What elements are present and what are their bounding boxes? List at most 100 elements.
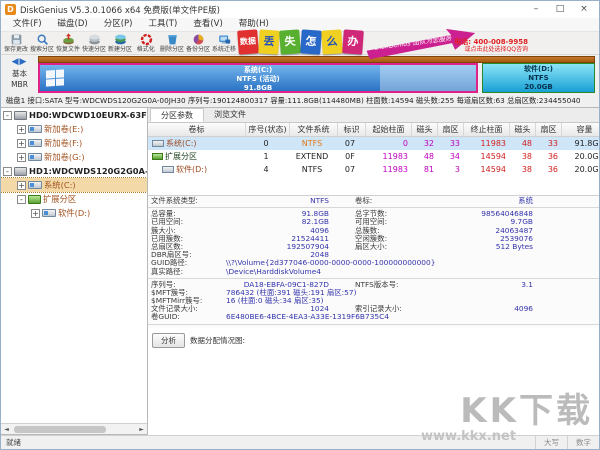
disk-nav: ◀▶ 基本 MBR (1, 55, 38, 95)
banner-tile: 丢 (258, 29, 280, 55)
window-controls: – □ × (525, 3, 595, 16)
disk-bar-graphic: 系统(C:) NTFS (活动) 91.8GB 软件(D:) NTFS 20.0… (38, 56, 595, 93)
partition-detail-panel: 分区参数 浏览文件 卷标 序号(状态) 文件系统 标识 起始柱面 磁头 扇区 终止柱面 磁头 扇区… (148, 107, 599, 435)
maximize-button[interactable]: □ (549, 3, 571, 16)
collapse-icon[interactable]: - (3, 110, 12, 120)
tree-item-extended-partition[interactable]: - 扩展分区 (1, 192, 147, 206)
expand-icon[interactable]: + (17, 138, 26, 148)
format-button[interactable]: 格式化 (133, 33, 159, 55)
table-row[interactable]: 扩展分区 1 EXTEND 0F 11983 48 34 14594 38 36… (148, 150, 599, 163)
tree-item-hd1[interactable]: - HD1:WDCWDS120G2G0A-00JH30(111GB) (1, 164, 147, 178)
scrollbar-thumb[interactable] (14, 425, 106, 433)
monitor-icon (218, 35, 230, 44)
partition-table: 卷标序号(状态)文件系统标识起始柱面磁头扇区终止柱面磁头扇区容量属性 系统(C:… (148, 123, 599, 176)
expand-icon[interactable]: + (17, 180, 26, 190)
new-partition-icon (114, 34, 126, 45)
minimize-button[interactable]: – (525, 3, 547, 16)
tree-horizontal-scrollbar[interactable]: ◄ ► (1, 423, 147, 434)
banner-qq-link[interactable]: 或点击此处选择QQ咨询 (454, 46, 528, 53)
recover-files-button[interactable]: 恢复文件 (55, 33, 81, 55)
status-ready-text: 就绪 (6, 438, 21, 447)
search-partition-button[interactable]: 搜索分区 (29, 33, 55, 55)
tree-item-system-c[interactable]: + 系统(C:) (1, 177, 147, 193)
promo-banner[interactable]: 数据 丢 失 怎 么 办 DiskGenius 团队为您服务 电话: 400-0… (237, 20, 528, 55)
search-icon (37, 34, 48, 45)
banner-phone-number: 电话: 400-008-9958 (454, 38, 528, 46)
allocation-map-label: 数据分配情况图: (190, 335, 246, 345)
new-partition-button[interactable]: 新建分区 (107, 33, 133, 55)
banner-tile: 数据 (237, 29, 259, 55)
collapse-icon[interactable]: - (3, 166, 12, 176)
scroll-left-arrow[interactable]: ◄ (1, 426, 12, 433)
num-lock-indicator: 数字 (567, 436, 599, 449)
tree-item-volume-g[interactable]: + 新加卷(G:) (1, 150, 147, 164)
menu-view[interactable]: 查看(V) (185, 18, 230, 31)
trash-icon (167, 35, 177, 45)
table-row[interactable]: 系统(C:) 0 NTFS 07 0 32 33 11983 48 33 91.… (148, 137, 599, 150)
volume-icon (152, 140, 164, 147)
banner-tile: 么 (321, 29, 343, 55)
backup-partition-button[interactable]: 备份分区 (185, 33, 211, 55)
delete-partition-button[interactable]: 删除分区 (159, 33, 185, 55)
banner-tile: 办 (342, 29, 364, 55)
save-icon (11, 34, 21, 45)
format-icon (140, 33, 152, 46)
table-header-row: 卷标序号(状态)文件系统标识起始柱面磁头扇区终止柱面磁头扇区容量属性 (148, 123, 599, 137)
recover-files-icon (62, 33, 74, 45)
disk-prev-next-arrows[interactable]: ◀▶ (1, 57, 38, 67)
disk-icon (14, 166, 27, 176)
app-logo-icon: D (5, 4, 16, 15)
volume-icon (42, 209, 56, 217)
tree-item-hd0[interactable]: - HD0:WDCWD10EURX-63FH1Y0(932GB) (1, 108, 147, 122)
tree-item-volume-f[interactable]: + 新加卷(F:) (1, 136, 147, 150)
backup-pie-icon (193, 34, 203, 45)
expand-icon[interactable]: + (17, 152, 26, 162)
save-changes-button[interactable]: 保存更改 (3, 33, 29, 55)
partition-block-c[interactable]: 系统(C:) NTFS (活动) 91.8GB (38, 63, 479, 93)
disk-tree-panel: - HD0:WDCWD10EURX-63FH1Y0(932GB) + 新加卷(E… (1, 107, 148, 435)
quick-partition-button[interactable]: 快速分区 (81, 33, 107, 55)
volume-icon (28, 181, 42, 189)
analyze-section: 分析 数据分配情况图: (148, 332, 599, 348)
extended-partition-icon (28, 194, 41, 204)
expand-icon[interactable]: + (31, 208, 40, 218)
extended-partition-icon (152, 153, 163, 160)
status-bar: 就绪 大写 数字 (1, 435, 599, 449)
banner-contact: 电话: 400-008-9958 或点击此处选择QQ咨询 (454, 38, 528, 53)
quick-partition-icon (88, 34, 100, 45)
disk-table-label: MBR (11, 80, 28, 89)
partition-block-d[interactable]: 软件(D:) NTFS 20.0GB (482, 63, 595, 93)
window-title: DiskGenius V5.3.0.1066 x64 免费版(单文件PE版) (20, 5, 220, 16)
filesystem-info-panel: 文件系统类型: NTFS 卷标: 系统 总容量: 91.8GB 总字节数: 98564046… (148, 195, 599, 328)
close-button[interactable]: × (573, 3, 595, 16)
disk-graphic-panel: ◀▶ 基本 MBR 系统(C:) NTFS (活动) 91.8GB 软件(D:)… (1, 55, 599, 95)
tree-item-volume-e[interactable]: + 新加卷(E:) (1, 122, 147, 136)
disk-icon (14, 110, 27, 120)
banner-tile: 失 (279, 29, 301, 55)
title-bar: D DiskGenius V5.3.0.1066 x64 免费版(单文件PE版)… (1, 1, 599, 18)
expand-icon[interactable]: + (17, 124, 26, 134)
tree-item-software-d[interactable]: + 软件(D:) (1, 206, 147, 220)
volume-icon (28, 153, 42, 161)
disk-type-label: 基本 (12, 69, 27, 78)
volume-icon (28, 125, 42, 133)
collapse-icon[interactable]: - (17, 194, 26, 204)
menu-disk[interactable]: 磁盘(D) (50, 18, 96, 31)
menu-partition[interactable]: 分区(P) (96, 18, 141, 31)
menu-file[interactable]: 文件(F) (5, 18, 50, 31)
analyze-button[interactable]: 分析 (152, 332, 185, 348)
scroll-right-arrow[interactable]: ► (136, 426, 147, 433)
detail-tabs: 分区参数 浏览文件 (148, 108, 599, 123)
table-row[interactable]: 软件(D:) 4 NTFS 07 11983 81 3 14594 38 36 … (148, 163, 599, 176)
system-migrate-button[interactable]: 系统迁移 (211, 33, 237, 55)
volume-icon (162, 166, 174, 173)
diskgenius-window: D DiskGenius V5.3.0.1066 x64 免费版(单文件PE版)… (0, 0, 600, 450)
tab-partition-params[interactable]: 分区参数 (150, 108, 204, 122)
extended-partition-strip (38, 56, 595, 63)
caps-lock-indicator: 大写 (535, 436, 567, 449)
banner-tile: 怎 (300, 29, 322, 55)
disk-info-line: 磁盘1 接口:SATA 型号:WDCWDS120G2G0A-00JH30 序列号… (6, 96, 581, 105)
tab-browse-files[interactable]: 浏览文件 (204, 108, 256, 122)
menu-tools[interactable]: 工具(T) (140, 18, 185, 31)
volume-icon (28, 139, 42, 147)
